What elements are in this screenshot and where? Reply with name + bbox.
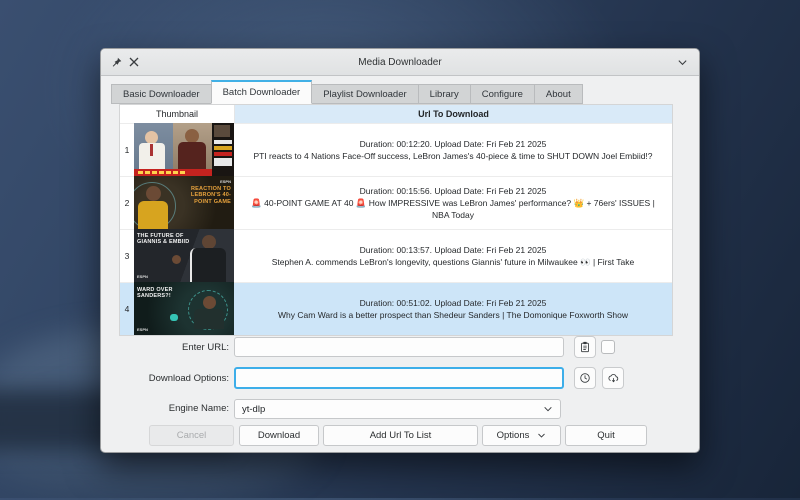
download-options-label: Download Options:	[114, 373, 229, 384]
tab-bar: Basic Downloader Batch Downloader Playli…	[111, 80, 582, 104]
thumb-bottom-banner	[134, 169, 212, 176]
column-header-thumbnail: Thumbnail	[120, 105, 235, 123]
text-bar	[214, 158, 233, 166]
thumbnail-image-lebron: ESPN REACTION TO LEBRON'S 40-POINT GAME	[134, 176, 234, 229]
url-checkbox[interactable]	[601, 340, 615, 354]
table-row-selected[interactable]: 4 WARD OVER SANDERS?! ESPN Duration: 00:…	[120, 282, 672, 335]
person-head	[185, 129, 199, 143]
window-title: Media Downloader	[101, 57, 699, 68]
person-head	[202, 235, 216, 249]
table-row[interactable]: 2 ESPN REACTION TO LEBRON'S 40-POINT GAM…	[120, 176, 672, 229]
options-button[interactable]: Options	[482, 425, 561, 446]
person-body	[194, 309, 224, 329]
engine-selected-value: yt-dlp	[242, 404, 265, 415]
column-header-url: Url To Download	[235, 105, 672, 123]
thumbnail-caption: WARD OVER SANDERS?!	[137, 287, 197, 300]
video-meta: Duration: 00:12:20. Upload Date: Fri Feb…	[360, 138, 547, 150]
thumb-side-column	[212, 123, 234, 176]
thumbnail-image-ward: WARD OVER SANDERS?! ESPN	[134, 282, 234, 335]
url-cell[interactable]: Duration: 00:15:56. Upload Date: Fri Feb…	[234, 176, 672, 229]
video-meta: Duration: 00:15:56. Upload Date: Fri Feb…	[360, 185, 547, 197]
person-jersey	[138, 201, 168, 229]
tab-configure[interactable]: Configure	[470, 84, 535, 104]
cancel-button[interactable]: Cancel	[149, 425, 234, 446]
person-body	[178, 142, 206, 169]
download-button[interactable]: Download	[239, 425, 319, 446]
engine-select[interactable]: yt-dlp	[234, 399, 561, 419]
network-label: ESPN	[137, 327, 148, 332]
row-number: 4	[120, 282, 134, 335]
thumbnail-image-pti	[134, 123, 234, 176]
person-head	[146, 186, 161, 201]
video-title: Stephen A. commends LeBron's longevity, …	[272, 256, 635, 268]
thumbnail-caption: REACTION TO LEBRON'S 40-POINT GAME	[176, 186, 231, 205]
row-number: 1	[120, 123, 134, 176]
thumbnail-image-giannis: THE FUTURE OF GIANNIS & EMBIID ESPN	[134, 229, 234, 282]
table-row[interactable]: 3 THE FUTURE OF GIANNIS & EMBIID ESPN Du…	[120, 229, 672, 282]
history-clock-icon-button[interactable]	[574, 367, 596, 389]
text-bar	[214, 146, 233, 150]
chevron-down-icon	[543, 404, 553, 414]
url-input[interactable]	[234, 337, 564, 357]
clipboard-paste-button[interactable]	[574, 336, 596, 358]
url-cell[interactable]: Duration: 00:51:02. Upload Date: Fri Feb…	[234, 282, 672, 335]
quit-button[interactable]: Quit	[565, 425, 647, 446]
person-tie	[150, 144, 153, 156]
network-label: ESPN	[220, 179, 231, 184]
engine-name-label: Engine Name:	[114, 403, 229, 414]
url-cell[interactable]: Duration: 00:12:20. Upload Date: Fri Feb…	[234, 123, 672, 176]
tab-playlist-downloader[interactable]: Playlist Downloader	[311, 84, 418, 104]
network-label: ESPN	[137, 274, 148, 279]
enter-url-label: Enter URL:	[114, 342, 229, 353]
tab-library[interactable]: Library	[418, 84, 471, 104]
table-row[interactable]: 1	[120, 123, 672, 176]
tab-about[interactable]: About	[534, 84, 583, 104]
person-head-small	[172, 255, 181, 264]
text-bar	[214, 152, 233, 156]
video-title: Why Cam Ward is a better prospect than S…	[278, 309, 628, 321]
options-button-label: Options	[497, 430, 530, 441]
thumbnail-caption: THE FUTURE OF GIANNIS & EMBIID	[137, 233, 192, 246]
person-head	[203, 296, 216, 309]
person-jersey	[190, 248, 226, 282]
text-bar	[214, 140, 233, 144]
video-title: 🚨 40-POINT GAME AT 40 🚨 How IMPRESSIVE w…	[244, 197, 662, 222]
download-options-input[interactable]	[234, 367, 564, 389]
video-meta: Duration: 00:51:02. Upload Date: Fri Feb…	[360, 297, 547, 309]
cloud-download-icon-button[interactable]	[602, 367, 624, 389]
inset-image	[214, 125, 230, 137]
batch-url-table: Thumbnail Url To Download 1	[119, 104, 673, 336]
video-title: PTI reacts to 4 Nations Face-Off success…	[253, 150, 652, 162]
media-downloader-window: Media Downloader Basic Downloader Batch …	[100, 48, 700, 453]
tab-basic-downloader[interactable]: Basic Downloader	[111, 84, 212, 104]
row-number: 2	[120, 176, 134, 229]
badge-graphic	[170, 314, 178, 321]
add-url-to-list-button[interactable]: Add Url To List	[323, 425, 478, 446]
titlebar[interactable]: Media Downloader	[101, 49, 699, 76]
shade-chevron-down-icon[interactable]	[673, 53, 691, 71]
url-cell[interactable]: Duration: 00:13:57. Upload Date: Fri Feb…	[234, 229, 672, 282]
tab-batch-downloader[interactable]: Batch Downloader	[211, 80, 313, 104]
video-meta: Duration: 00:13:57. Upload Date: Fri Feb…	[360, 244, 547, 256]
table-header: Thumbnail Url To Download	[120, 105, 672, 123]
chevron-down-icon	[537, 431, 546, 440]
row-number: 3	[120, 229, 134, 282]
